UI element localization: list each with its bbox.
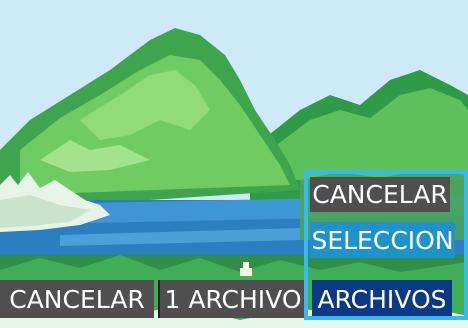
bottom-cancel-button[interactable]: CANCELAR	[0, 280, 154, 318]
bottom-one-file-button[interactable]: 1 ARCHIVO	[158, 280, 306, 318]
bottom-one-file-label: 1 ARCHIVO	[164, 284, 302, 314]
bottom-cancel-label: CANCELAR	[9, 284, 145, 314]
selection-focus-frame	[304, 170, 468, 320]
